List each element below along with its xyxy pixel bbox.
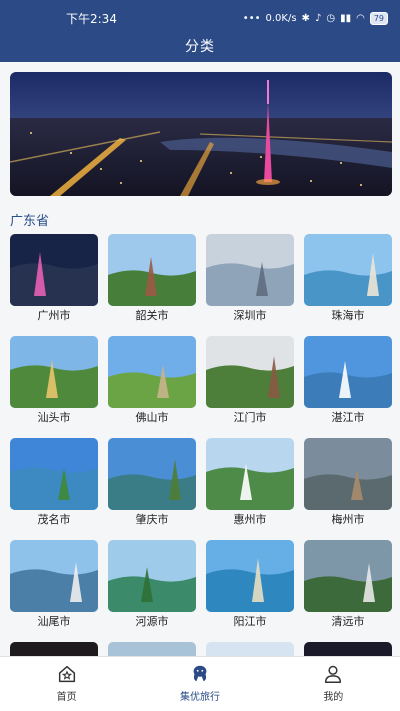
city-photo <box>304 540 392 612</box>
city-photo <box>10 642 98 656</box>
city-photo <box>206 234 294 306</box>
city-name: 河源市 <box>135 615 169 628</box>
city-card[interactable]: 汕头市 <box>10 336 98 424</box>
city-photo <box>108 234 196 306</box>
city-name: 珠海市 <box>331 309 365 322</box>
city-card[interactable]: 肇庆市 <box>108 438 196 526</box>
signal-icon: ▮▮ <box>340 12 352 24</box>
tab-home[interactable]: 首页 <box>0 657 133 711</box>
tab-profile[interactable]: 我的 <box>267 657 400 711</box>
tab-travel[interactable]: 集优旅行 <box>133 657 266 711</box>
city-card[interactable] <box>304 642 392 656</box>
city-name: 茂名市 <box>37 513 71 526</box>
tab-travel-label: 集优旅行 <box>179 692 220 703</box>
status-bar: 下午2:34 ••• 0.0K/s ✱ ♪ ◷ ▮▮ ◠ 79 <box>0 0 400 36</box>
city-name: 汕尾市 <box>37 615 71 628</box>
city-photo <box>304 642 392 656</box>
network-speed: 0.0K/s <box>265 12 297 24</box>
city-name: 江门市 <box>233 411 267 424</box>
city-card[interactable]: 河源市 <box>108 540 196 628</box>
city-banner[interactable] <box>10 72 392 196</box>
city-card[interactable]: 清远市 <box>304 540 392 628</box>
city-name: 阳江市 <box>233 615 267 628</box>
city-card[interactable]: 汕尾市 <box>10 540 98 628</box>
city-card[interactable]: 梅州市 <box>304 438 392 526</box>
city-grid: 广州市 韶关市 深圳市 珠海市汕头市 佛山市 江门市 湛江市茂名市 肇庆市 惠州市 梅州市汕尾市 河… <box>10 234 392 656</box>
person-icon <box>325 665 342 683</box>
city-card[interactable]: 广州市 <box>10 234 98 322</box>
travel-icon <box>193 665 207 682</box>
city-name: 汕头市 <box>37 411 71 424</box>
city-card[interactable] <box>206 642 294 656</box>
mute-icon: ♪ <box>314 12 322 24</box>
bottom-tab-bar: 首页 集优旅行 我的 <box>0 656 400 711</box>
city-photo <box>206 540 294 612</box>
city-name: 韶关市 <box>135 309 169 322</box>
bluetooth-icon: ✱ <box>301 12 310 24</box>
city-card[interactable] <box>108 642 196 656</box>
city-photo <box>108 336 196 408</box>
city-card[interactable]: 阳江市 <box>206 540 294 628</box>
province-heading: 广东省 <box>10 214 50 229</box>
city-name: 广州市 <box>37 309 71 322</box>
city-photo <box>10 234 98 306</box>
city-photo <box>206 438 294 510</box>
wifi-icon: ◠ <box>356 12 365 24</box>
city-card[interactable]: 珠海市 <box>304 234 392 322</box>
dots-icon: ••• <box>242 12 261 24</box>
city-photo <box>108 540 196 612</box>
city-photo <box>108 438 196 510</box>
status-indicators: ••• 0.0K/s ✱ ♪ ◷ ▮▮ ◠ 79 <box>242 11 388 25</box>
status-time: 下午2:34 <box>66 11 117 26</box>
city-card[interactable] <box>10 642 98 656</box>
app-header: 下午2:34 ••• 0.0K/s ✱ ♪ ◷ ▮▮ ◠ 79 分类 <box>0 0 400 62</box>
city-card[interactable]: 江门市 <box>206 336 294 424</box>
city-card[interactable]: 佛山市 <box>108 336 196 424</box>
city-name: 湛江市 <box>331 411 365 424</box>
city-name: 肇庆市 <box>135 513 169 526</box>
city-photo <box>206 642 294 656</box>
alarm-icon: ◷ <box>326 12 336 24</box>
city-photo <box>304 438 392 510</box>
page-title: 分类 <box>185 39 215 55</box>
city-name: 佛山市 <box>135 411 169 424</box>
category-content[interactable]: 广东省 广州市 韶关市 深圳市 珠海市汕头市 佛山市 江门市 湛江市茂名市 肇庆市 惠州市 梅州市… <box>0 62 400 656</box>
star-house-icon <box>58 665 75 683</box>
city-card[interactable]: 深圳市 <box>206 234 294 322</box>
city-photo <box>10 438 98 510</box>
city-photo <box>10 540 98 612</box>
tab-home-label: 首页 <box>56 692 77 703</box>
city-photo <box>206 336 294 408</box>
battery-indicator: 79 <box>369 11 388 25</box>
city-photo <box>304 234 392 306</box>
city-card[interactable]: 茂名市 <box>10 438 98 526</box>
city-name: 梅州市 <box>331 513 365 526</box>
city-photo <box>10 336 98 408</box>
banner-image <box>10 72 392 196</box>
city-card[interactable]: 湛江市 <box>304 336 392 424</box>
city-photo <box>304 336 392 408</box>
city-name: 深圳市 <box>233 309 267 322</box>
tab-profile-label: 我的 <box>323 692 344 703</box>
city-card[interactable]: 韶关市 <box>108 234 196 322</box>
city-name: 清远市 <box>331 615 365 628</box>
city-photo <box>108 642 196 656</box>
city-name: 惠州市 <box>233 513 267 526</box>
city-card[interactable]: 惠州市 <box>206 438 294 526</box>
